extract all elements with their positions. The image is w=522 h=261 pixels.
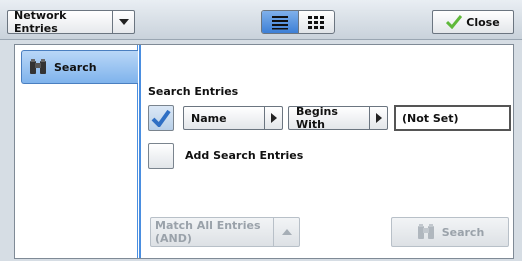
sidebar: Search [15,45,138,258]
close-label: Close [466,15,500,29]
main-panel: Search Search Entries Name Begins With (… [14,44,514,259]
search-value-text: (Not Set) [402,111,459,125]
add-search-entries-checkbox[interactable] [148,143,174,169]
operator-select[interactable]: Begins With [288,105,388,131]
field-select[interactable]: Name [183,106,283,130]
add-search-entries-label: Add Search Entries [185,149,304,162]
list-view-button[interactable] [262,11,299,33]
list-view-icon [271,16,288,30]
grid-view-button[interactable] [299,11,335,33]
binoculars-icon [417,224,434,239]
binoculars-icon [30,59,46,74]
chevron-right-icon [369,107,387,129]
view-mode-toggle [261,10,335,34]
match-mode-button[interactable]: Match All Entries (AND) [150,217,300,247]
chevron-right-icon [264,107,282,129]
address-book-dropdown[interactable]: Network Entries [7,9,135,35]
sidebar-item-search[interactable]: Search [21,50,138,84]
search-button[interactable]: Search [391,217,509,247]
sidebar-item-label: Search [54,60,97,74]
field-select-label: Name [191,111,227,125]
checkmark-icon [446,15,463,29]
grid-view-icon [308,16,325,29]
criteria-enable-checkbox[interactable] [148,105,174,131]
chevron-down-icon[interactable] [112,11,134,33]
match-mode-label: Match All Entries (AND) [155,219,261,245]
section-title: Search Entries [148,85,239,98]
chevron-up-icon [273,218,299,246]
checkmark-icon [151,109,171,127]
search-panel: Search Entries Name Begins With (Not Set… [139,45,513,258]
search-button-label: Search [441,225,485,239]
dropdown-label: Network Entries [14,9,67,35]
search-value-field[interactable]: (Not Set) [394,105,511,131]
top-toolbar: Network Entries Close [0,0,522,40]
close-button[interactable]: Close [432,10,514,34]
operator-select-label: Begins With [296,105,338,131]
